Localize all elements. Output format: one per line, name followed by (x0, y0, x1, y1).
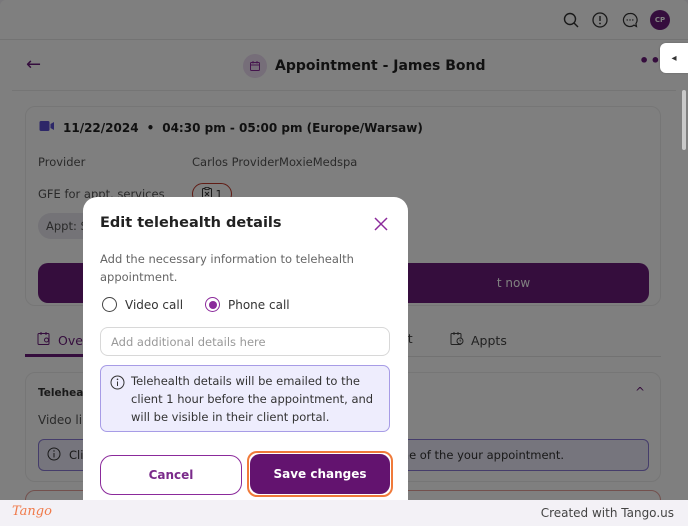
modal-info-banner: Telehealth details will be emailed to th… (100, 365, 390, 432)
caret-left-icon: ◂ (671, 52, 677, 64)
radio-button-unchecked[interactable] (102, 297, 117, 312)
cancel-button[interactable]: Cancel (100, 455, 242, 495)
save-changes-button[interactable]: Save changes (250, 454, 390, 494)
radio-video-call[interactable]: Video call (102, 297, 183, 312)
radio-phone-call-label: Phone call (228, 297, 290, 312)
edit-telehealth-modal: Edit telehealth details Add the necessar… (83, 197, 408, 500)
modal-title: Edit telehealth details (100, 215, 282, 231)
info-icon (110, 375, 125, 394)
tango-logo: Tango (12, 504, 52, 519)
modal-info-text: Telehealth details will be emailed to th… (131, 374, 374, 424)
radio-button-checked[interactable] (205, 297, 220, 312)
scrollbar[interactable] (682, 90, 686, 150)
created-with-text: Created with Tango.us (540, 506, 674, 520)
modal-description: Add the necessary information to telehea… (100, 252, 354, 284)
side-panel-toggle[interactable]: ◂ (660, 43, 688, 73)
additional-details-input[interactable] (100, 327, 390, 356)
radio-phone-call[interactable]: Phone call (205, 297, 290, 312)
close-icon[interactable] (372, 215, 390, 233)
radio-video-call-label: Video call (125, 297, 184, 312)
tango-footer: Tango Created with Tango.us (0, 500, 688, 526)
